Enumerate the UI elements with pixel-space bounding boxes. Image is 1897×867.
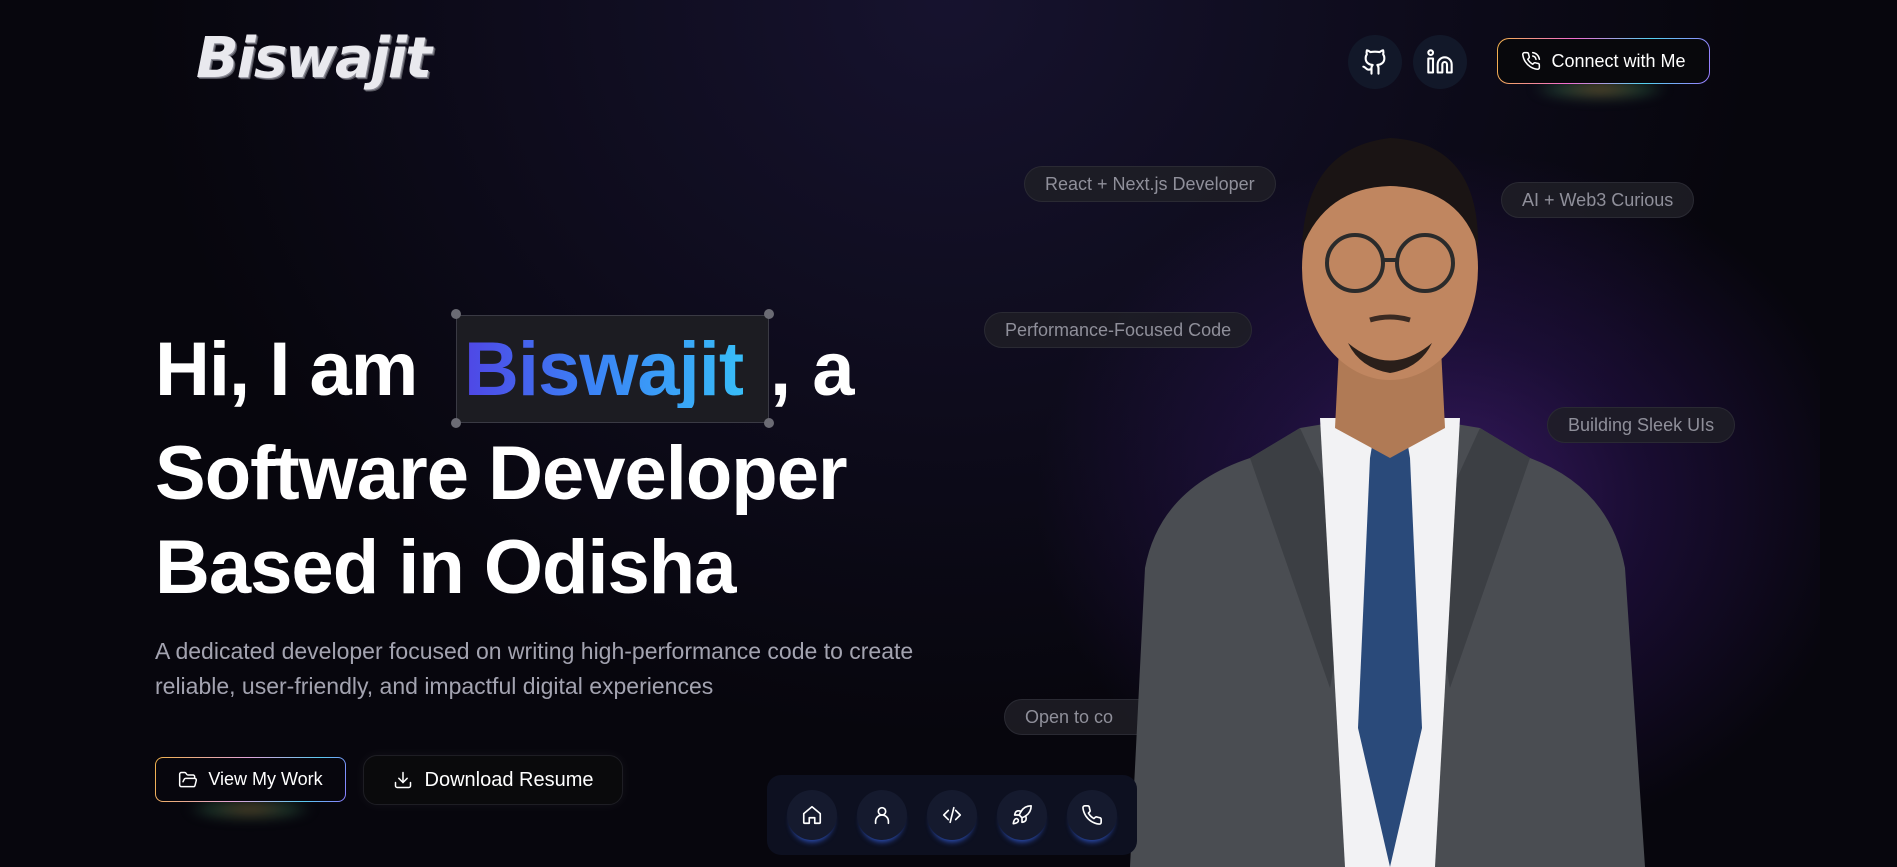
selection-handle-bottom-left[interactable] xyxy=(451,418,461,428)
folder-open-icon xyxy=(179,771,198,787)
selection-handle-bottom-right[interactable] xyxy=(764,418,774,428)
nav-skills-button[interactable] xyxy=(997,790,1047,840)
nav-home-button[interactable] xyxy=(787,790,837,840)
linkedin-button[interactable] xyxy=(1413,35,1467,89)
selection-handle-top-right[interactable] xyxy=(764,309,774,319)
profile-portrait xyxy=(1130,138,1645,867)
site-logo[interactable]: Biswajit xyxy=(196,26,432,91)
download-resume-button[interactable]: Download Resume xyxy=(363,755,623,805)
bottom-navigation xyxy=(767,775,1137,855)
rocket-icon xyxy=(1012,805,1032,825)
headline-suffix: , a xyxy=(770,327,855,412)
phone-call-icon xyxy=(1522,51,1541,71)
headline-prefix: Hi, I am xyxy=(155,327,418,412)
connect-with-me-button[interactable]: Connect with Me xyxy=(1497,38,1710,84)
view-work-label: View My Work xyxy=(208,769,323,789)
view-my-work-button[interactable]: View My Work xyxy=(155,757,346,802)
download-icon xyxy=(394,771,411,789)
hero-subtitle: A dedicated developer focused on writing… xyxy=(155,638,914,699)
user-icon xyxy=(874,806,890,825)
nav-projects-button[interactable] xyxy=(927,790,977,840)
home-icon xyxy=(802,805,822,825)
linkedin-icon xyxy=(1427,49,1453,74)
github-icon xyxy=(1362,49,1386,75)
phone-icon xyxy=(1082,805,1102,825)
headline-name: Biswajit xyxy=(464,327,744,412)
nav-contact-button[interactable] xyxy=(1067,790,1117,840)
headline-location: Based in Odisha xyxy=(155,525,736,610)
code-icon xyxy=(942,806,962,824)
download-resume-label: Download Resume xyxy=(424,768,594,791)
selection-handle-top-left[interactable] xyxy=(451,309,461,319)
github-button[interactable] xyxy=(1348,35,1402,89)
headline-role: Software Developer xyxy=(155,431,848,516)
nav-about-button[interactable] xyxy=(857,790,907,840)
connect-label: Connect with Me xyxy=(1551,50,1686,71)
